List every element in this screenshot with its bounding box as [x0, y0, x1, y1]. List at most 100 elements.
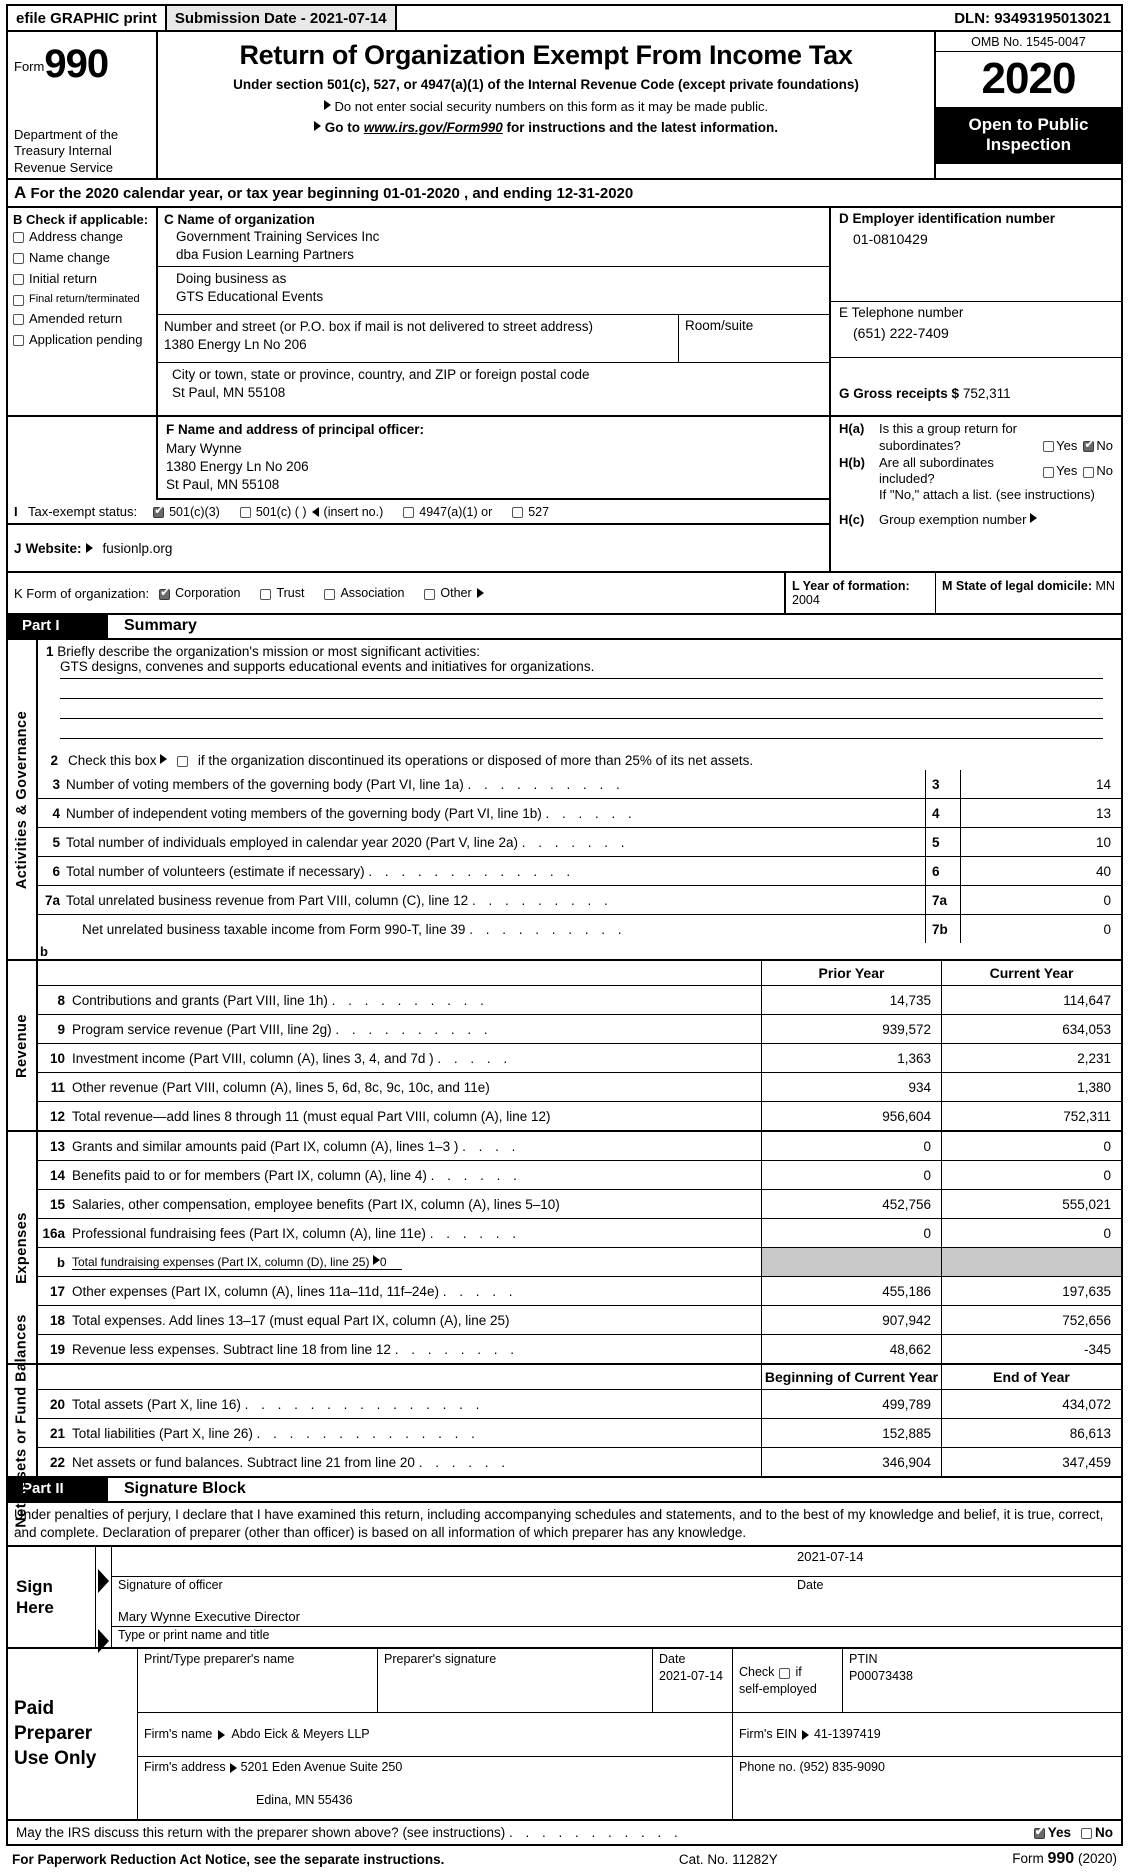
preparer-ptin-cell[interactable]: PTIN P00073438	[843, 1649, 1121, 1712]
table-row: 21 Total liabilities (Part X, line 26) . …	[38, 1419, 1121, 1449]
ein-value: 01-0810429	[853, 230, 928, 247]
checkbox-application-pending[interactable]: Application pending	[13, 331, 151, 348]
expenses-section: Expenses 13 Grants and similar amounts pa…	[6, 1132, 1123, 1366]
signature-date-caption: Date	[797, 1578, 824, 1593]
option-trust[interactable]: Trust	[260, 586, 304, 600]
officer-name-title-value[interactable]: Mary Wynne Executive Director	[112, 1597, 1121, 1628]
section-i-tag: I	[14, 504, 18, 520]
checkbox-icon[interactable]	[177, 756, 189, 768]
table-row: 14 Benefits paid to or for members (Part …	[38, 1161, 1121, 1191]
preparer-name-cell[interactable]: Print/Type preparer's name	[138, 1649, 378, 1713]
part-i-bar: Part I Summary	[6, 615, 1123, 641]
checkbox-icon[interactable]	[153, 504, 164, 519]
checkbox-icon[interactable]	[13, 313, 24, 325]
section-h-b: H(b) Are all subordinates included? Yes …	[839, 455, 1113, 504]
option-4947a1[interactable]: 4947(a)(1) or	[403, 505, 492, 519]
hb-no-option[interactable]: No	[1083, 463, 1113, 479]
checkbox-icon[interactable]	[159, 586, 170, 600]
checkbox-icon[interactable]	[1043, 466, 1055, 478]
row-number: b	[57, 1254, 65, 1270]
checkbox-icon[interactable]	[13, 334, 24, 346]
checkbox-icon[interactable]	[13, 231, 24, 243]
ha-no-option[interactable]: No	[1083, 438, 1113, 454]
firm-name-caption: Firm's name	[144, 1727, 213, 1742]
ha-yes-option[interactable]: Yes	[1043, 438, 1077, 454]
officer-signature-input[interactable]	[112, 1547, 791, 1578]
row-text: Total revenue—add lines 8 through 11 (mu…	[72, 1108, 551, 1124]
gross-receipts-label: G Gross receipts $	[839, 385, 960, 401]
signature-date-value[interactable]: 2021-07-14	[791, 1547, 1121, 1578]
checkbox-icon[interactable]	[424, 588, 436, 600]
hb-yes-option[interactable]: Yes	[1043, 463, 1077, 479]
option-other[interactable]: Other	[424, 586, 484, 600]
checkbox-icon[interactable]	[1043, 441, 1055, 453]
checkbox-icon[interactable]	[1083, 438, 1094, 453]
option-label: No	[1096, 437, 1113, 453]
column-header-end-of-year: End of Year	[941, 1365, 1121, 1390]
line-a-tax-year: A For the 2020 calendar year, or tax yea…	[6, 179, 1123, 208]
option-501c-other[interactable]: 501(c) ( ) (insert no.)	[239, 504, 384, 519]
row-text: Grants and similar amounts paid (Part IX…	[72, 1138, 520, 1154]
irs-discuss-yes-option[interactable]: Yes	[1033, 1825, 1071, 1840]
section-d-e-g: D Employer identification number 01-0810…	[831, 208, 1121, 416]
table-row: 15 Salaries, other compensation, employee…	[38, 1190, 1121, 1220]
ein-label: D Employer identification number	[839, 210, 1056, 226]
mission-line-number: 1	[46, 644, 54, 660]
cell-current-year: -345	[941, 1335, 1121, 1364]
insert-no-label: (insert no.)	[323, 504, 384, 519]
checkbox-icon[interactable]	[1083, 466, 1095, 478]
checkbox-icon[interactable]	[13, 273, 24, 285]
arrow-right-icon	[218, 1729, 226, 1740]
table-row: 22 Net assets or fund balances. Subtract …	[38, 1448, 1121, 1477]
table-row: Net unrelated business taxable income fr…	[38, 914, 1121, 944]
row-text: Investment income (Part VIII, column (A)…	[72, 1050, 512, 1066]
section-hb-line2: included?	[879, 471, 935, 487]
irs-form990-link[interactable]: www.irs.gov/Form990	[364, 120, 503, 135]
checkbox-icon[interactable]	[324, 588, 336, 600]
checkbox-icon[interactable]	[1081, 1828, 1092, 1840]
option-corporation[interactable]: Corporation	[159, 586, 240, 600]
checkbox-name-change[interactable]: Name change	[13, 250, 151, 266]
checkbox-icon[interactable]	[13, 294, 24, 306]
checkbox-amended-return[interactable]: Amended return	[13, 311, 151, 327]
preparer-self-employed-cell[interactable]: Check if self-employed	[733, 1649, 843, 1713]
table-row: 3 Number of voting members of the governi…	[38, 770, 1121, 799]
checkbox-initial-return[interactable]: Initial return	[13, 271, 151, 287]
option-association[interactable]: Association	[324, 586, 404, 600]
checkbox-icon[interactable]	[779, 1667, 791, 1679]
telephone-value: (651) 222-7409	[853, 324, 949, 341]
row-text: Total number of volunteers (estimate if …	[66, 863, 575, 879]
option-501c3[interactable]: 501(c)(3)	[153, 504, 220, 519]
section-hb-note: If "No," attach a list. (see instruction…	[879, 487, 1095, 503]
firm-name-cell[interactable]: Firm's name Abdo Eick & Meyers LLP	[138, 1713, 733, 1757]
checkbox-icon[interactable]	[239, 507, 251, 519]
option-527[interactable]: 527	[512, 505, 549, 519]
checkbox-icon[interactable]	[1033, 1825, 1045, 1840]
checkbox-icon[interactable]	[512, 507, 524, 519]
mission-label-line: 1 Briefly describe the organization's mi…	[46, 644, 1113, 659]
row-number: 4	[52, 805, 60, 821]
firm-phone-cell[interactable]: Phone no. (952) 835-9090	[733, 1757, 1121, 1819]
checkbox-icon[interactable]	[13, 252, 24, 264]
leader-dots: . . . . . .	[545, 805, 637, 821]
row-number: 7a	[44, 892, 60, 908]
row-value: 0	[1103, 921, 1111, 937]
checkbox-final-return-terminated[interactable]: Final return/terminated	[13, 293, 151, 306]
checkbox-address-change[interactable]: Address change	[13, 229, 151, 245]
officer-signature-row: Signature of officer 2021-07-14 Date	[112, 1547, 1121, 1597]
irs-discuss-no-option[interactable]: No	[1081, 1825, 1113, 1840]
firm-address-cell[interactable]: Firm's address 5201 Eden Avenue Suite 25…	[138, 1757, 733, 1820]
website-value[interactable]: fusionlp.org	[103, 541, 173, 556]
checkbox-icon[interactable]	[260, 588, 272, 600]
header-subtitle-2-text: Do not enter social security numbers on …	[334, 99, 769, 114]
preparer-signature-cell[interactable]: Preparer's signature	[378, 1649, 653, 1713]
firm-ein-cell[interactable]: Firm's EIN 41-1397419	[733, 1713, 1121, 1756]
section-hb-line1: Are all subordinates	[879, 454, 994, 470]
checkbox-label: Application pending	[29, 331, 143, 347]
efile-graphic-print-label: efile GRAPHIC print	[8, 6, 167, 30]
officer-name-title-col: Mary Wynne Executive Director Type or pr…	[112, 1597, 1121, 1647]
table-row: 11 Other revenue (Part VIII, column (A), …	[38, 1073, 1121, 1103]
row-key: 7a	[925, 886, 961, 915]
preparer-date-cell[interactable]: Date 2021-07-14	[653, 1649, 733, 1713]
checkbox-icon[interactable]	[403, 507, 415, 519]
